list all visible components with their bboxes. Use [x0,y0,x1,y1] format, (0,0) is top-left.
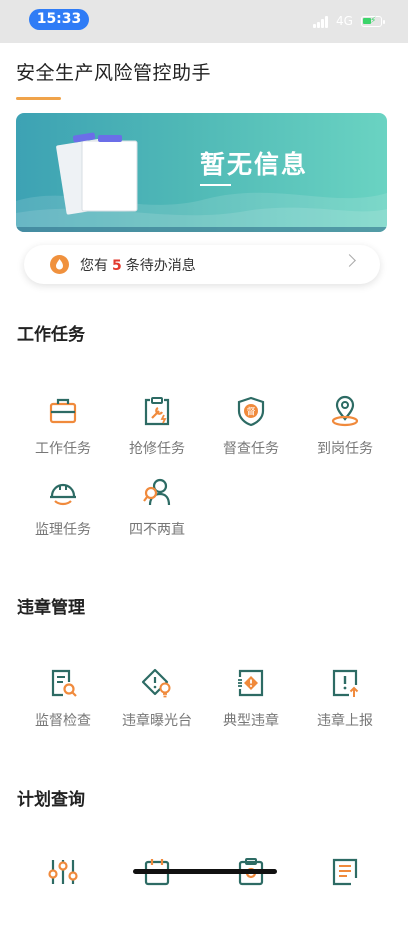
signal-icon [313,16,331,28]
document-list-icon [332,858,358,886]
grid-item-onsite-task[interactable]: 到岗任务 [298,395,392,475]
grid-label: 违章曝光台 [122,713,192,729]
grid-item-supervision-task[interactable]: 督 督查任务 [204,395,298,475]
grid-item-plan-3[interactable] [204,856,298,936]
todo-notice-bar[interactable]: 您有 5 条待办消息 [24,245,380,284]
grid-label: 典型违章 [223,713,279,729]
title-underline [16,97,61,100]
grid-label: 四不两直 [129,522,185,538]
grid-item-typical-violation[interactable]: 典型违章 [204,667,298,747]
grid-item-violation-report[interactable]: 违章上报 [298,667,392,747]
repair-clipboard-icon [144,397,170,426]
grid-item-violation-exposure[interactable]: 违章曝光台 [110,667,204,747]
grid-item-supervision-inspection[interactable]: 监督检查 [16,667,110,747]
status-bar: 15:33 4G ⚡ [0,0,408,43]
section-title-work-tasks: 工作任务 [17,325,85,345]
warning-frame-icon [238,669,264,697]
grid-item-supervisor-task[interactable]: 监理任务 [16,476,110,556]
grid-item-plan-2[interactable] [110,856,204,936]
document-search-icon [51,669,77,697]
clipboard-illustration [56,132,138,215]
grid-label: 违章上报 [317,713,373,729]
section-title-plan-query: 计划查询 [17,790,85,810]
shield-badge-icon: 督 [237,396,265,427]
banner-divider [200,184,231,186]
grid-item-plan-1[interactable] [16,856,110,936]
page-title: 安全生产风险管控助手 [16,62,212,84]
inspector-search-icon [143,478,171,506]
banner[interactable]: 暂无信息 [16,113,387,232]
battery-icon: ⚡ [361,16,385,27]
grid-label: 监理任务 [35,522,91,538]
grid-label: 监督检查 [35,713,91,729]
grid-label: 督查任务 [223,441,279,457]
grid-label: 到岗任务 [317,441,373,457]
warning-bulb-icon [141,668,171,698]
network-type: 4G [336,14,353,28]
home-indicator[interactable] [133,869,277,874]
sliders-icon [48,860,78,884]
notice-text: 您有 5 条待办消息 [80,258,196,274]
grid-item-repair-task[interactable]: 抢修任务 [110,395,204,475]
grid-label: 抢修任务 [129,441,185,457]
grid-item-four-no-two-direct[interactable]: 四不两直 [110,476,204,556]
svg-text:督: 督 [246,406,255,418]
status-time: 15:33 [29,9,89,30]
location-pin-icon [331,395,359,427]
report-upload-icon [332,669,359,697]
fire-icon [50,255,69,274]
chevron-right-icon [343,254,356,267]
briefcase-icon [49,398,77,424]
grid-label: 工作任务 [35,441,91,457]
hard-hat-icon [50,483,76,506]
grid-item-plan-4[interactable] [298,856,392,936]
todo-count: 5 [112,258,122,274]
banner-title: 暂无信息 [200,150,309,179]
grid-item-work-task[interactable]: 工作任务 [16,395,110,475]
section-title-violation-management: 违章管理 [17,598,85,618]
